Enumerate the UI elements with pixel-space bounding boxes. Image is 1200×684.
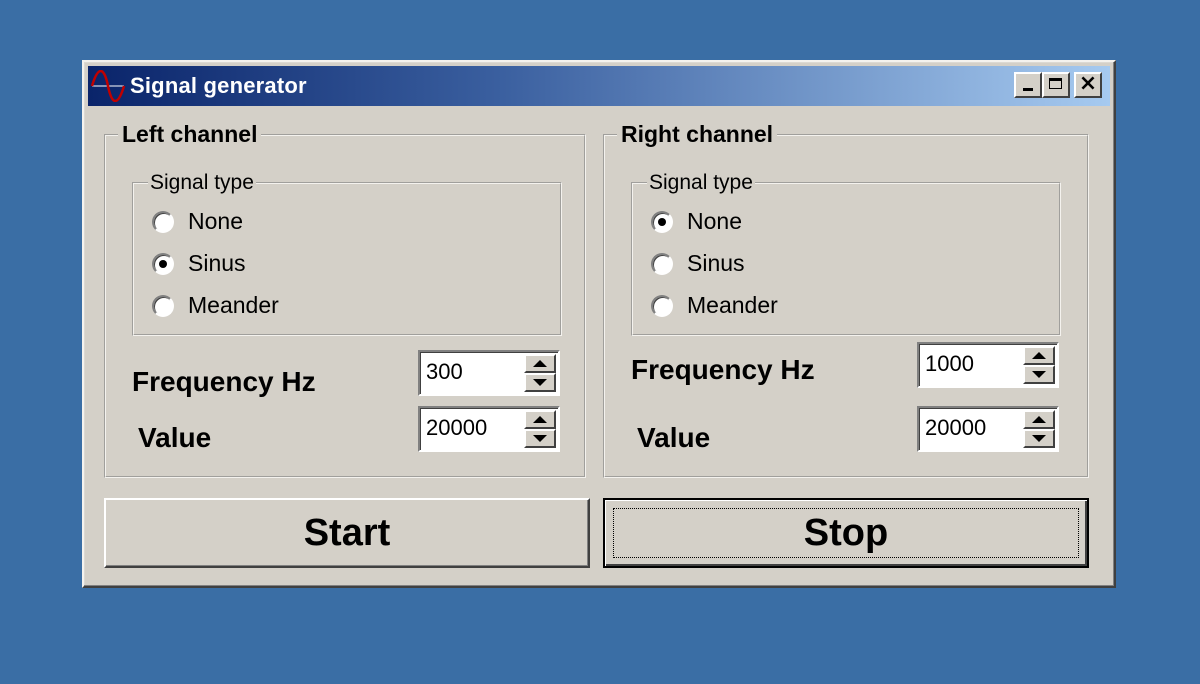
- title-bar[interactable]: Signal generator ×: [88, 66, 1110, 106]
- radio-button[interactable]: [651, 294, 673, 317]
- spin-down-button[interactable]: [524, 429, 556, 448]
- right-value-spinner: [917, 406, 1059, 452]
- right-frequency-spinner: [917, 342, 1059, 388]
- left-value-spinner: [418, 406, 560, 452]
- radio-label: Sinus: [188, 250, 246, 276]
- left-value-label: Value: [138, 422, 212, 453]
- spin-up-button[interactable]: [524, 410, 556, 429]
- left-frequency-spinner: [418, 350, 560, 396]
- right-signal-type-group: Signal type None Sinus Meander: [631, 171, 1061, 336]
- sine-wave-icon: [88, 66, 128, 106]
- arrow-down-icon: [1032, 371, 1046, 378]
- right-channel-title: Right channel: [617, 121, 778, 148]
- left-signal-type-title: Signal type: [148, 171, 256, 195]
- right-frequency-input[interactable]: [925, 348, 1017, 380]
- spin-up-button[interactable]: [1023, 346, 1055, 365]
- radio-button[interactable]: [152, 294, 174, 317]
- left-value-input[interactable]: [426, 412, 518, 444]
- window-controls: ×: [1014, 72, 1102, 98]
- spin-up-button[interactable]: [1023, 410, 1055, 429]
- radio-label: Sinus: [687, 250, 745, 276]
- close-button[interactable]: ×: [1074, 72, 1102, 98]
- radio-button[interactable]: [152, 210, 174, 233]
- spin-up-button[interactable]: [524, 354, 556, 373]
- right-frequency-label: Frequency Hz: [631, 354, 815, 385]
- right-signal-type-title: Signal type: [647, 171, 755, 195]
- radio-button[interactable]: [651, 210, 673, 233]
- arrow-down-icon: [533, 435, 547, 442]
- right-value-input[interactable]: [925, 412, 1017, 444]
- minimize-icon: [1023, 88, 1033, 91]
- radio-label: Meander: [687, 292, 778, 318]
- arrow-down-icon: [533, 379, 547, 386]
- right-radio-sinus[interactable]: Sinus: [651, 250, 745, 277]
- left-signal-type-group: Signal type None Sinus Meander: [132, 171, 562, 336]
- spin-down-button[interactable]: [524, 373, 556, 392]
- radio-button[interactable]: [651, 252, 673, 275]
- arrow-down-icon: [1032, 435, 1046, 442]
- arrow-up-icon: [1032, 352, 1046, 359]
- radio-button[interactable]: [152, 252, 174, 275]
- close-icon: ×: [1078, 71, 1098, 96]
- left-radio-meander[interactable]: Meander: [152, 292, 279, 319]
- left-radio-sinus[interactable]: Sinus: [152, 250, 246, 277]
- minimize-button[interactable]: [1014, 72, 1042, 98]
- left-radio-none[interactable]: None: [152, 208, 243, 235]
- stop-button[interactable]: Stop: [603, 498, 1089, 568]
- right-channel-group: Right channel Signal type None Sinus Mea…: [603, 121, 1089, 478]
- left-channel-group: Left channel Signal type None Sinus Mean…: [104, 121, 586, 478]
- maximize-icon: [1049, 78, 1062, 89]
- right-radio-meander[interactable]: Meander: [651, 292, 778, 319]
- spin-down-button[interactable]: [1023, 365, 1055, 384]
- radio-label: Meander: [188, 292, 279, 318]
- radio-label: None: [188, 208, 243, 234]
- signal-generator-window: Signal generator × Left channel Signal t…: [82, 60, 1116, 588]
- window-title: Signal generator: [130, 73, 307, 98]
- spin-down-button[interactable]: [1023, 429, 1055, 448]
- start-button[interactable]: Start: [104, 498, 590, 568]
- arrow-up-icon: [533, 360, 547, 367]
- left-frequency-input[interactable]: [426, 356, 518, 388]
- arrow-up-icon: [533, 416, 547, 423]
- left-channel-title: Left channel: [118, 121, 262, 148]
- stop-button-label: Stop: [803, 511, 889, 554]
- maximize-button[interactable]: [1042, 72, 1070, 98]
- radio-label: None: [687, 208, 742, 234]
- arrow-up-icon: [1032, 416, 1046, 423]
- right-radio-none[interactable]: None: [651, 208, 742, 235]
- right-value-label: Value: [637, 422, 711, 453]
- left-frequency-label: Frequency Hz: [132, 366, 316, 397]
